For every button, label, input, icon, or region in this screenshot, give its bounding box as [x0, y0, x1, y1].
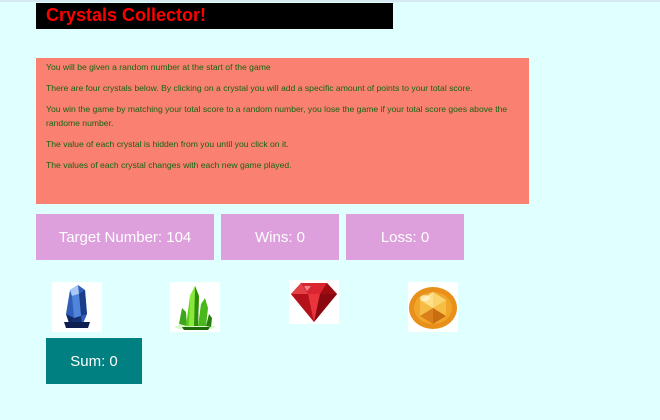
instruction-line: You will be given a random number at the…	[46, 62, 271, 72]
orange-gem-icon	[409, 287, 457, 329]
instruction-line: You win the game by matching your total …	[46, 104, 508, 128]
title-bar: Crystals Collector!	[36, 3, 393, 29]
green-crystal-icon	[175, 286, 215, 330]
target-number-box: Target Number: 104	[36, 214, 214, 260]
page-title: Crystals Collector!	[46, 5, 207, 25]
top-divider	[0, 0, 660, 2]
crystal-button-blue[interactable]	[52, 282, 102, 332]
blue-crystal-icon	[64, 285, 90, 328]
instructions-panel: You will be given a random number at the…	[36, 58, 529, 204]
instruction-line: The values of each crystal changes with …	[46, 160, 292, 170]
crystal-button-red[interactable]	[289, 280, 339, 324]
instruction-line: The value of each crystal is hidden from…	[46, 139, 289, 149]
wins-box: Wins: 0	[221, 214, 339, 260]
red-gem-icon	[291, 283, 337, 322]
crystal-button-orange[interactable]	[408, 282, 458, 332]
crystal-button-green[interactable]	[170, 282, 220, 332]
sum-display: Sum: 0	[46, 338, 142, 384]
loss-box: Loss: 0	[346, 214, 464, 260]
instruction-line: There are four crystals below. By clicki…	[46, 83, 473, 93]
